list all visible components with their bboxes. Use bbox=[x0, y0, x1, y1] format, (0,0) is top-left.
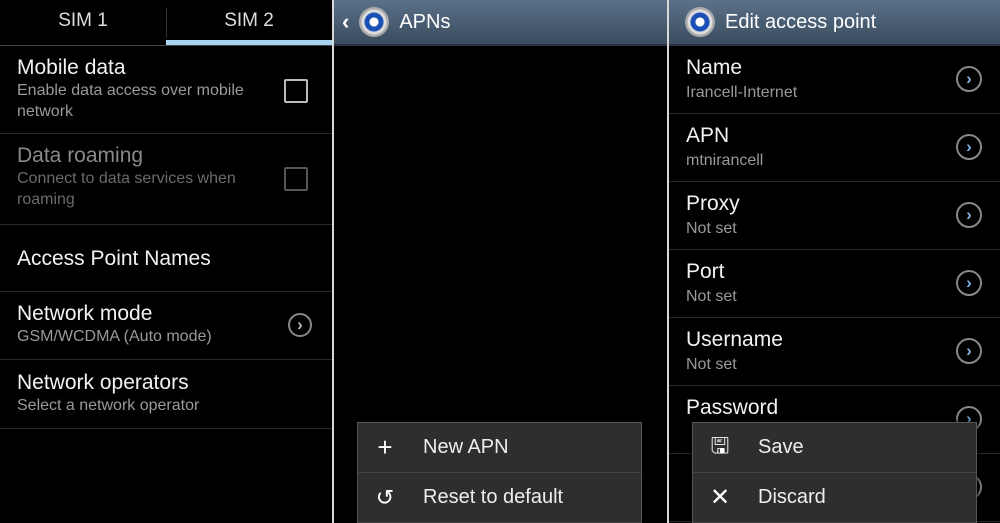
save-menu-item[interactable]: 🖫 Save bbox=[693, 423, 976, 473]
new-apn-label: New APN bbox=[423, 436, 509, 458]
field-label: Proxy bbox=[686, 192, 740, 215]
field-value: Irancell-Internet bbox=[686, 84, 798, 101]
network-operators-item[interactable]: Network operators Select a network opera… bbox=[0, 360, 332, 429]
save-icon: 🖫 bbox=[710, 432, 730, 458]
mobile-data-checkbox[interactable] bbox=[284, 79, 308, 103]
reset-label: Reset to default bbox=[423, 486, 564, 508]
field-value: mtnirancell bbox=[686, 152, 764, 169]
tab-sim1[interactable]: SIM 1 bbox=[0, 0, 166, 45]
data-roaming-checkbox bbox=[284, 167, 308, 191]
reset-default-menu-item[interactable]: ↺ Reset to default bbox=[358, 473, 641, 523]
data-roaming-title: Data roaming bbox=[17, 144, 144, 167]
field-username[interactable]: Username Not set › bbox=[669, 318, 1000, 386]
field-name[interactable]: Name Irancell-Internet › bbox=[669, 46, 1000, 114]
field-value: Not set bbox=[686, 356, 737, 373]
edit-ap-header: Edit access point bbox=[669, 0, 1000, 46]
chevron-right-icon: › bbox=[288, 313, 312, 337]
field-value: Not set bbox=[686, 288, 737, 305]
network-mode-title: Network mode bbox=[17, 302, 153, 325]
network-mode-summary: GSM/WCDMA (Auto mode) bbox=[17, 328, 212, 345]
network-operators-title: Network operators bbox=[17, 371, 189, 394]
chevron-right-icon: › bbox=[956, 66, 982, 92]
field-value: Not set bbox=[686, 220, 737, 237]
chevron-right-icon: › bbox=[956, 338, 982, 364]
network-mode-item[interactable]: Network mode GSM/WCDMA (Auto mode) › bbox=[0, 292, 332, 360]
apns-header: ‹ APNs bbox=[334, 0, 667, 46]
edit-ap-options-menu: 🖫 Save ✕ Discard bbox=[692, 422, 977, 523]
apns-panel: ‹ APNs + New APN ↺ Reset to default bbox=[334, 0, 667, 523]
discard-label: Discard bbox=[758, 486, 826, 508]
back-icon[interactable]: ‹ bbox=[342, 9, 349, 35]
chevron-right-icon: › bbox=[956, 202, 982, 228]
apns-title: APNs bbox=[399, 10, 451, 33]
field-apn[interactable]: APN mtnirancell › bbox=[669, 114, 1000, 182]
mobile-data-item[interactable]: Mobile data Enable data access over mobi… bbox=[0, 46, 332, 134]
field-label: Port bbox=[686, 260, 725, 283]
field-label: Name bbox=[686, 56, 743, 79]
network-operators-summary: Select a network operator bbox=[17, 397, 200, 414]
edit-access-point-panel: Edit access point Name Irancell-Internet ›… bbox=[669, 0, 1000, 523]
new-apn-menu-item[interactable]: + New APN bbox=[358, 423, 641, 473]
settings-gear-icon bbox=[685, 7, 715, 37]
mobile-data-summary: Enable data access over mobile network bbox=[17, 82, 244, 120]
plus-icon: + bbox=[377, 432, 393, 462]
mobile-data-title: Mobile data bbox=[17, 56, 126, 79]
field-label: APN bbox=[686, 124, 730, 147]
sim-tabs: SIM 1 SIM 2 bbox=[0, 0, 332, 46]
settings-gear-icon bbox=[359, 7, 390, 37]
reset-icon: ↺ bbox=[375, 484, 395, 510]
close-icon: ✕ bbox=[709, 484, 731, 511]
data-roaming-item: Data roaming Connect to data services wh… bbox=[0, 134, 332, 225]
apns-options-menu: + New APN ↺ Reset to default bbox=[357, 422, 642, 523]
chevron-right-icon: › bbox=[956, 134, 982, 160]
field-label: Username bbox=[686, 328, 783, 351]
field-label: Password bbox=[686, 396, 779, 419]
field-proxy[interactable]: Proxy Not set › bbox=[669, 182, 1000, 250]
apn-title: Access Point Names bbox=[17, 247, 211, 270]
save-label: Save bbox=[758, 436, 804, 458]
access-point-names-item[interactable]: Access Point Names bbox=[0, 225, 332, 292]
tab-sim2[interactable]: SIM 2 bbox=[166, 0, 332, 45]
data-roaming-summary: Connect to data services when roaming bbox=[17, 170, 236, 208]
discard-menu-item[interactable]: ✕ Discard bbox=[693, 473, 976, 523]
field-port[interactable]: Port Not set › bbox=[669, 250, 1000, 318]
edit-ap-title: Edit access point bbox=[725, 10, 877, 33]
sim-settings-panel: SIM 1 SIM 2 Mobile data Enable data acce… bbox=[0, 0, 332, 523]
chevron-right-icon: › bbox=[956, 270, 982, 296]
